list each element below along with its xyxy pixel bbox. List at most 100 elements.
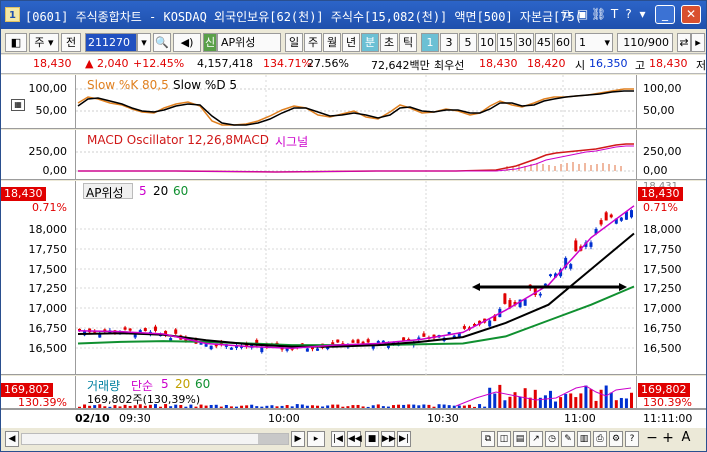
- layout-icon[interactable]: ◧: [5, 33, 27, 52]
- volume-bar: [473, 406, 477, 408]
- volume-bar: [452, 405, 456, 408]
- period-minute-button[interactable]: 분: [361, 33, 379, 52]
- first-button[interactable]: |◀: [331, 431, 345, 447]
- volume-bar: [508, 396, 512, 408]
- close-button[interactable]: ✕: [681, 5, 701, 24]
- volume-bar: [624, 398, 628, 408]
- volume-bar: [285, 405, 289, 408]
- volume-bar: [417, 405, 421, 408]
- scrollbar-thumb[interactable]: [258, 434, 288, 444]
- minute-1-button[interactable]: 1: [421, 33, 439, 52]
- search-icon[interactable]: 🔍: [153, 33, 171, 52]
- minute-15-button[interactable]: 15: [497, 33, 515, 52]
- minimize-button[interactable]: _: [655, 5, 675, 24]
- candle-body: [523, 299, 527, 306]
- step-button[interactable]: ▸: [307, 431, 325, 447]
- minute-30-button[interactable]: 30: [516, 33, 534, 52]
- volume-bar: [346, 406, 350, 408]
- volume-readout: 169,802주(130,39%): [87, 393, 201, 406]
- scroll-left-button[interactable]: ◀: [5, 431, 19, 447]
- zoom-in-button[interactable]: +: [661, 431, 675, 447]
- stop-button[interactable]: ■: [365, 431, 379, 447]
- volume-ratio: 134.71%: [263, 57, 312, 70]
- period-year-button[interactable]: 년: [342, 33, 360, 52]
- stock-name-field[interactable]: AP위성: [217, 33, 281, 52]
- pin-icon[interactable]: ▾: [635, 6, 650, 22]
- zoom-out-button[interactable]: −: [645, 431, 659, 447]
- code-dropdown-icon[interactable]: ▾: [137, 33, 151, 52]
- candle-body: [604, 212, 608, 221]
- minute-45-button[interactable]: 45: [535, 33, 553, 52]
- price-tick-16750: 16,750: [28, 322, 68, 335]
- unit-select[interactable]: 1 ▾: [575, 33, 613, 52]
- volume-bar: [290, 406, 294, 408]
- candle-body: [574, 240, 578, 252]
- stochastic-left-axis: ▦ 100,00 50,00: [1, 75, 76, 128]
- macd-line: [78, 143, 634, 173]
- period-icon[interactable]: ◷: [545, 431, 559, 447]
- minute-60-button[interactable]: 60: [554, 33, 572, 52]
- speaker-icon[interactable]: ◀): [173, 33, 201, 52]
- last-button[interactable]: ▶|: [397, 431, 411, 447]
- screen-icon[interactable]: ▣: [575, 6, 590, 22]
- minute-3-button[interactable]: 3: [440, 33, 458, 52]
- volume-box-left: 169,802: [1, 383, 53, 397]
- period-second-button[interactable]: 초: [380, 33, 398, 52]
- volume-bar: [310, 405, 314, 408]
- period-week-button[interactable]: 주: [304, 33, 322, 52]
- save-icon[interactable]: ▥: [577, 431, 591, 447]
- minute-5-button[interactable]: 5: [459, 33, 477, 52]
- period-select[interactable]: 전: [61, 33, 81, 52]
- period-day-button[interactable]: 일: [285, 33, 303, 52]
- candle-body: [462, 326, 466, 329]
- apply-icon[interactable]: ⇄: [677, 33, 691, 52]
- tools-icon[interactable]: ✎: [561, 431, 575, 447]
- volume-bar: [255, 406, 259, 408]
- rewind-button[interactable]: ◀◀: [347, 431, 362, 447]
- copy-icon[interactable]: ⧉: [559, 6, 574, 22]
- trend-icon[interactable]: ↗: [529, 431, 543, 447]
- volume-bar: [467, 404, 471, 408]
- time-label-1030: 10:30: [427, 412, 459, 425]
- grid-settings-icon[interactable]: ▦: [11, 99, 25, 111]
- font-size-button[interactable]: A: [679, 431, 693, 447]
- link-icon[interactable]: ⛓: [591, 6, 606, 22]
- high-label: 고: [635, 59, 646, 72]
- candle-body: [630, 210, 633, 218]
- price-right-tick-16500: 16,500: [643, 342, 682, 355]
- volume-bar: [579, 393, 583, 408]
- scrollbar-track[interactable]: [21, 433, 289, 445]
- period-tick-button[interactable]: 틱: [399, 33, 417, 52]
- code-input[interactable]: 211270: [85, 33, 137, 52]
- volume-pct-left: 130.39%: [18, 396, 67, 409]
- stock-type-select[interactable]: 주 ▾: [29, 33, 59, 52]
- macd-left-axis: 250,00 0,00: [1, 130, 76, 179]
- price-tick-18000: 18,000: [28, 223, 68, 236]
- text-icon[interactable]: T: [607, 6, 622, 22]
- settings-icon[interactable]: ⚙: [609, 431, 623, 447]
- help-icon[interactable]: ?: [621, 6, 636, 22]
- volume-bar: [543, 395, 547, 408]
- volume-ma5-legend: 5: [161, 377, 169, 391]
- period-month-button[interactable]: 월: [323, 33, 341, 52]
- compare-icon[interactable]: ⧉: [481, 431, 495, 447]
- more-icon[interactable]: ▸: [691, 33, 705, 52]
- best-bid-label: 최우선: [434, 59, 465, 72]
- indicator-icon[interactable]: ▤: [513, 431, 527, 447]
- print-icon[interactable]: ⎙: [593, 431, 607, 447]
- volume-bar: [488, 387, 492, 408]
- price-change: ▲ 2,040: [85, 57, 129, 70]
- app-icon: 1: [5, 7, 20, 22]
- count-field[interactable]: 110/900: [617, 33, 673, 52]
- candlesticks: [78, 209, 633, 354]
- help-nav-icon[interactable]: ?: [625, 431, 639, 447]
- minute-10-button[interactable]: 10: [478, 33, 496, 52]
- volume-bar: [619, 397, 623, 408]
- forward-button[interactable]: ▶▶: [381, 431, 396, 447]
- price-left-axis: 18,430 0.71% 18,000 17,750 17,500 17,250…: [1, 181, 76, 374]
- volume-pct-right: 130.39%: [643, 396, 692, 409]
- overlay-icon[interactable]: ◫: [497, 431, 511, 447]
- time-label-1100: 11:00: [564, 412, 596, 425]
- scroll-right-button[interactable]: ▶: [291, 431, 305, 447]
- volume-bar: [614, 400, 618, 408]
